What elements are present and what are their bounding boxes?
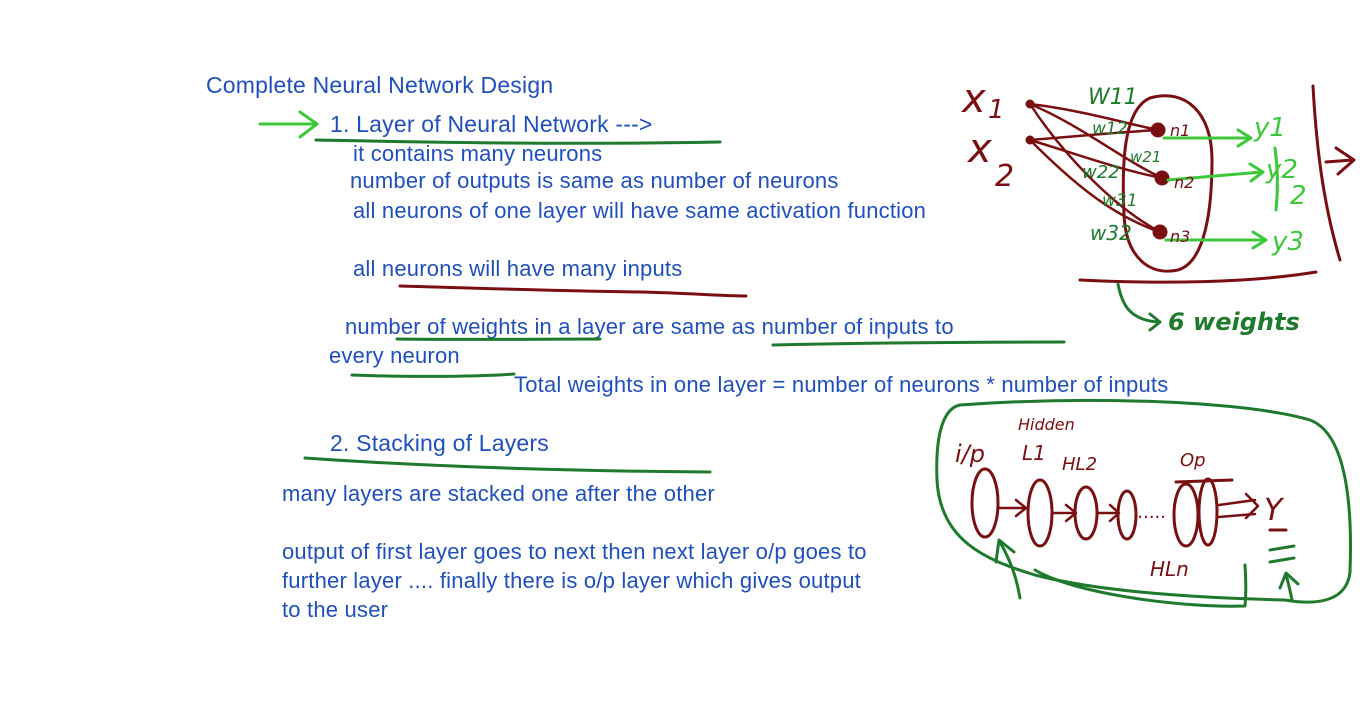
right-arrow-icon <box>1324 146 1356 176</box>
pointer-arrow-icon <box>258 110 319 139</box>
weight-w11-label: W11 <box>1088 85 1138 110</box>
ink-overlay: x 1 x 2 W11 w12 w21 w22 w31 w32 n1 n2 n3… <box>258 76 1356 608</box>
section1-heading: 1. Layer of Neural Network ---> <box>330 111 653 137</box>
input-x2-label: x <box>966 126 992 172</box>
section1-line-1: it contains many neurons <box>353 141 603 166</box>
section1-line-2: number of outputs is same as number of n… <box>350 168 839 193</box>
input-layer-label: i/p <box>955 440 985 468</box>
layer-hl2-label: HL2 <box>1062 454 1097 475</box>
neuron-1 <box>1150 122 1166 138</box>
input-x1-label: x <box>960 76 986 122</box>
stack-boundary <box>935 398 1353 604</box>
output-y1-label: y1 <box>1253 113 1286 143</box>
section1-line-7: Total weights in one layer = number of n… <box>514 372 1169 397</box>
weight-w22-label: w22 <box>1082 162 1120 183</box>
output-bracket <box>1273 146 1279 212</box>
section1-line-4: all neurons will have many inputs <box>353 256 683 281</box>
output-arrows <box>1162 128 1268 250</box>
page-title: Complete Neural Network Design <box>206 72 554 98</box>
section1-line-5: number of weights in a layer are same as… <box>345 314 954 339</box>
section2-line-3: further layer .... finally there is o/p … <box>282 568 861 593</box>
neuron-2-label: n2 <box>1174 173 1194 192</box>
section1-line-6: every neuron <box>329 343 460 368</box>
input-pointer-icon <box>994 538 1022 600</box>
underline-number-of-inputs <box>771 340 1066 347</box>
layer-oval <box>1121 94 1214 273</box>
weight-w31-label: w31 <box>1102 191 1138 211</box>
section2-heading: 2. Stacking of Layers <box>330 430 549 456</box>
output-pointer-icon <box>1278 571 1300 602</box>
underline-many-inputs <box>398 284 748 298</box>
weight-w12-label: w12 <box>1092 119 1128 139</box>
layer-dots: ..... <box>1138 502 1167 523</box>
input-x2-subscript: 2 <box>995 159 1014 194</box>
weight-w32-label: w32 <box>1090 221 1132 245</box>
neuron-3-label: n3 <box>1170 227 1190 246</box>
hidden-layer-1 <box>1026 478 1054 548</box>
neuron-3 <box>1152 224 1168 240</box>
output-y2-label: y2 <box>1265 155 1298 185</box>
neuron-1-label: n1 <box>1170 121 1190 140</box>
hidden-label: Hidden <box>1018 415 1075 434</box>
output-layer <box>1197 477 1219 547</box>
layer-diagram <box>1025 84 1356 332</box>
weight-connections <box>1028 102 1164 234</box>
underline-every-neuron <box>350 372 516 378</box>
output-layer-label: Op <box>1180 450 1206 471</box>
input-layer <box>970 467 1000 539</box>
section2-line-2: output of first layer goes to next then … <box>282 539 867 564</box>
section2-line-4: to the user <box>282 597 389 622</box>
output-symbol: Y <box>1264 493 1285 528</box>
weights-brace <box>1116 282 1160 324</box>
weights-note: 6 weights <box>1168 308 1300 336</box>
section2-line-1: many layers are stacked one after the ot… <box>282 481 715 506</box>
weight-w21-label: w21 <box>1130 148 1161 166</box>
neuron-2 <box>1154 170 1170 186</box>
whiteboard-page: { "title": "Complete Neural Network Desi… <box>0 0 1366 705</box>
stacking-diagram <box>935 398 1353 608</box>
output-group-subscript: 2 <box>1290 181 1307 211</box>
last-hidden-label: HLn <box>1150 557 1189 581</box>
output-y3-label: y3 <box>1271 227 1304 257</box>
hidden-layer-2 <box>1073 485 1099 541</box>
layer-l1-label: L1 <box>1022 441 1046 465</box>
hidden-layer-3 <box>1116 489 1138 541</box>
hidden-layer-n <box>1172 482 1200 548</box>
section1-line-3: all neurons of one layer will have same … <box>353 198 927 223</box>
underline-section2-heading <box>303 456 712 474</box>
input-x1-subscript: 1 <box>988 95 1005 125</box>
